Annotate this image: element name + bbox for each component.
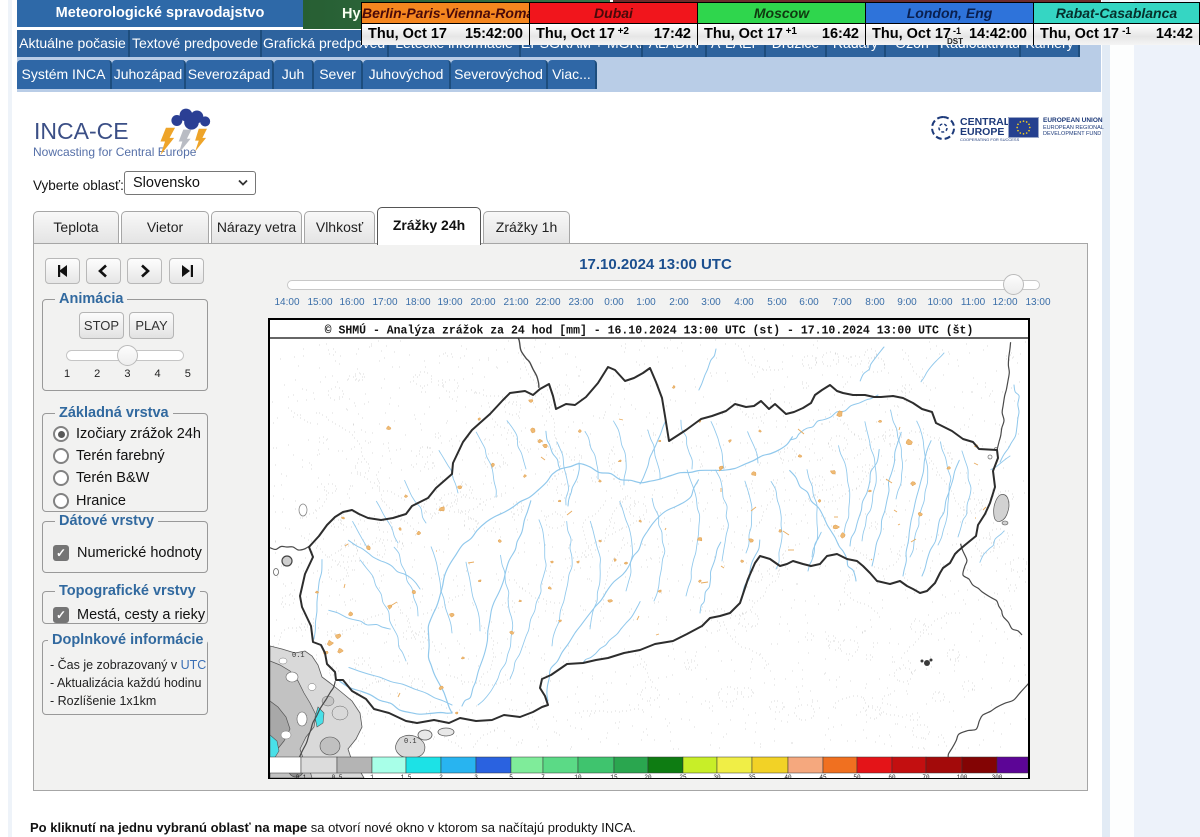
svg-text:0.5: 0.5 xyxy=(332,774,343,778)
svg-text:3: 3 xyxy=(474,774,478,778)
svg-text:30: 30 xyxy=(713,774,721,778)
svg-text:10: 10 xyxy=(574,774,582,778)
svg-text:60: 60 xyxy=(888,774,896,778)
svg-text:5: 5 xyxy=(509,774,513,778)
svg-text:50: 50 xyxy=(853,774,861,778)
svg-text:40: 40 xyxy=(784,774,792,778)
svg-text:1: 1 xyxy=(370,774,374,778)
svg-text:0.1: 0.1 xyxy=(296,774,307,778)
svg-text:45: 45 xyxy=(819,774,827,778)
svg-text:100: 100 xyxy=(957,774,968,778)
svg-text:0.1: 0.1 xyxy=(404,738,417,746)
svg-text:25: 25 xyxy=(679,774,687,778)
svg-text:© SHMÚ - Analýza zrážok za 24: © SHMÚ - Analýza zrážok za 24 hod [mm] -… xyxy=(325,324,974,338)
svg-text:2: 2 xyxy=(439,774,443,778)
svg-text:20: 20 xyxy=(644,774,652,778)
svg-text:15: 15 xyxy=(610,774,618,778)
svg-text:35: 35 xyxy=(748,774,756,778)
svg-text:7: 7 xyxy=(541,774,545,778)
svg-text:1.5: 1.5 xyxy=(401,774,412,778)
svg-text:70: 70 xyxy=(922,774,930,778)
svg-text:0.1: 0.1 xyxy=(292,652,305,660)
svg-text:300: 300 xyxy=(992,774,1003,778)
